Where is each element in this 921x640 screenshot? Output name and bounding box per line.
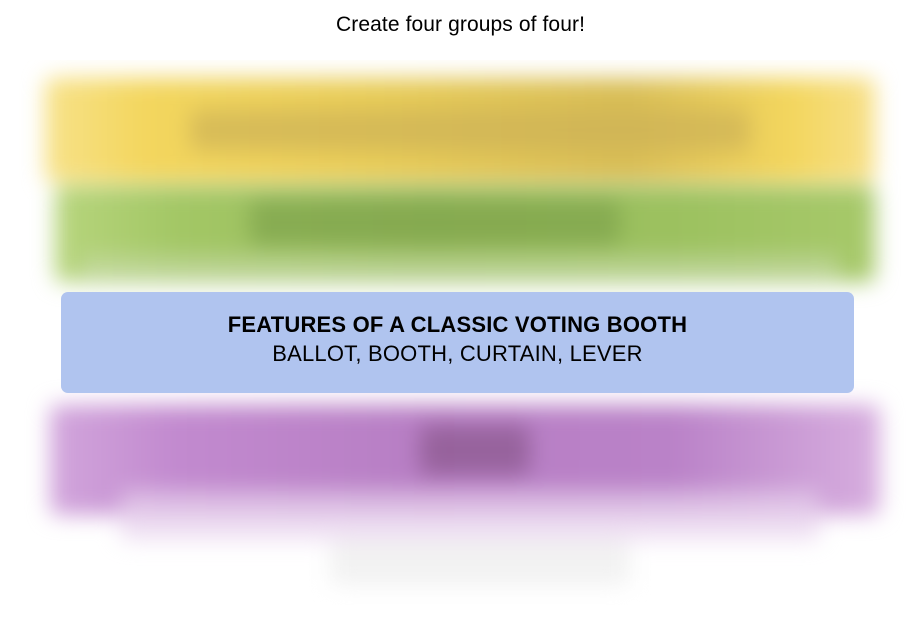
blurred-row-yellow-text [190,110,750,150]
blurred-row-purple-fade [120,490,820,540]
solved-group-blue: FEATURES OF A CLASSIC VOTING BOOTH BALLO… [61,292,854,393]
blurred-row-purple-text [420,425,530,475]
instructions-text: Create four groups of four! [336,13,585,36]
group-category-title: FEATURES OF A CLASSIC VOTING BOOTH [227,312,688,337]
group-members-list: BALLOT, BOOTH, CURTAIN, LEVER [272,341,643,366]
blurred-button-area [330,540,630,585]
blurred-row-green-text [250,200,620,245]
blurred-row-green-fade [80,255,840,285]
